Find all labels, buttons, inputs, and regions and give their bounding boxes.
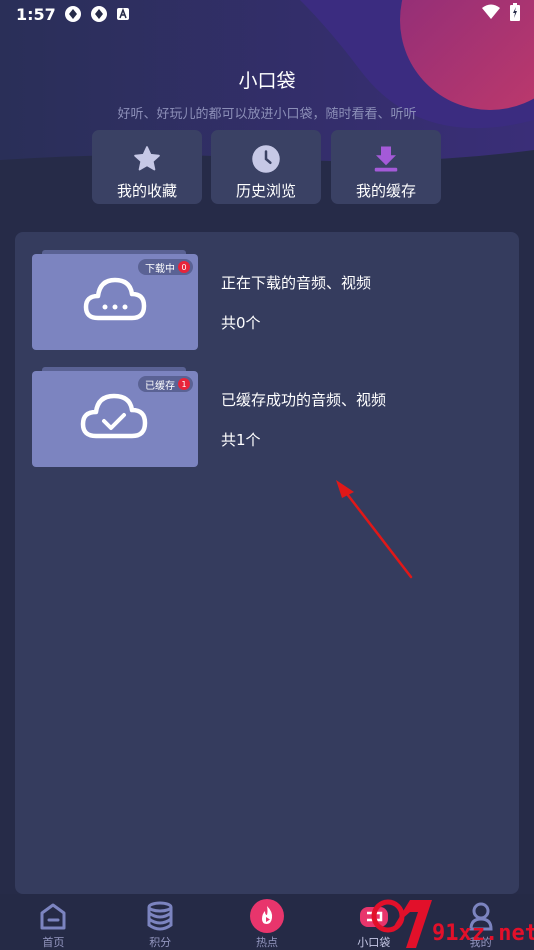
app-notification-icon xyxy=(90,5,108,23)
download-icon xyxy=(371,144,401,174)
favorites-label: 我的收藏 xyxy=(116,182,177,200)
cache-button[interactable]: 我的缓存 xyxy=(331,130,441,204)
history-button[interactable]: 历史浏览 xyxy=(211,130,321,204)
app-notification-icon xyxy=(64,5,82,23)
downloading-folder: 下载中 0 xyxy=(32,250,198,350)
status-time: 1:57 xyxy=(16,4,56,24)
downloading-list-item[interactable]: 下载中 0 正在下载的音频、视频 共0个 xyxy=(32,250,502,350)
tab-home-label: 首页 xyxy=(42,936,65,949)
downloading-badge-label: 下载中 xyxy=(145,263,175,275)
coins-icon xyxy=(146,900,174,932)
cached-badge: 已缓存 1 xyxy=(138,376,193,392)
cached-count: 共1个 xyxy=(221,431,261,449)
watermark-logo-icon xyxy=(371,899,432,948)
cached-title: 已缓存成功的音频、视频 xyxy=(221,391,387,409)
watermark-text: 91xz.net xyxy=(432,921,534,946)
page-subtitle: 好听、好玩儿的都可以放进小口袋，随时看看、听听 xyxy=(117,107,417,122)
status-bar: 1:57 xyxy=(0,0,534,28)
downloading-count: 共0个 xyxy=(221,314,261,332)
cache-list-panel: 下载中 0 正在下载的音频、视频 共0个 已缓存 1 已缓存成功的音频、视频 共… xyxy=(15,232,519,894)
cached-badge-count: 1 xyxy=(178,378,190,390)
downloading-badge: 下载中 0 xyxy=(138,259,193,275)
text-notification-icon xyxy=(116,7,130,21)
battery-icon xyxy=(510,3,520,25)
star-icon xyxy=(132,144,162,174)
cache-label: 我的缓存 xyxy=(355,182,416,200)
clock-icon xyxy=(251,144,281,174)
downloading-badge-count: 0 xyxy=(178,261,190,273)
site-watermark: 91xz.net xyxy=(370,890,534,950)
tab-points[interactable]: 积分 xyxy=(107,894,214,950)
home-icon xyxy=(38,900,68,932)
favorites-button[interactable]: 我的收藏 xyxy=(92,130,202,204)
hot-play-icon xyxy=(249,899,284,933)
cached-list-item[interactable]: 已缓存 1 已缓存成功的音频、视频 共1个 xyxy=(32,367,502,467)
tab-home[interactable]: 首页 xyxy=(0,894,107,950)
tab-hot[interactable]: 热点 xyxy=(214,894,321,950)
history-label: 历史浏览 xyxy=(235,182,296,200)
cached-folder: 已缓存 1 xyxy=(32,367,198,467)
downloading-title: 正在下载的音频、视频 xyxy=(221,274,372,292)
page-title: 小口袋 xyxy=(238,70,296,92)
tab-points-label: 积分 xyxy=(149,936,172,949)
tab-hot-label: 热点 xyxy=(255,936,278,949)
cached-badge-label: 已缓存 xyxy=(145,380,175,392)
wifi-icon xyxy=(482,4,500,24)
